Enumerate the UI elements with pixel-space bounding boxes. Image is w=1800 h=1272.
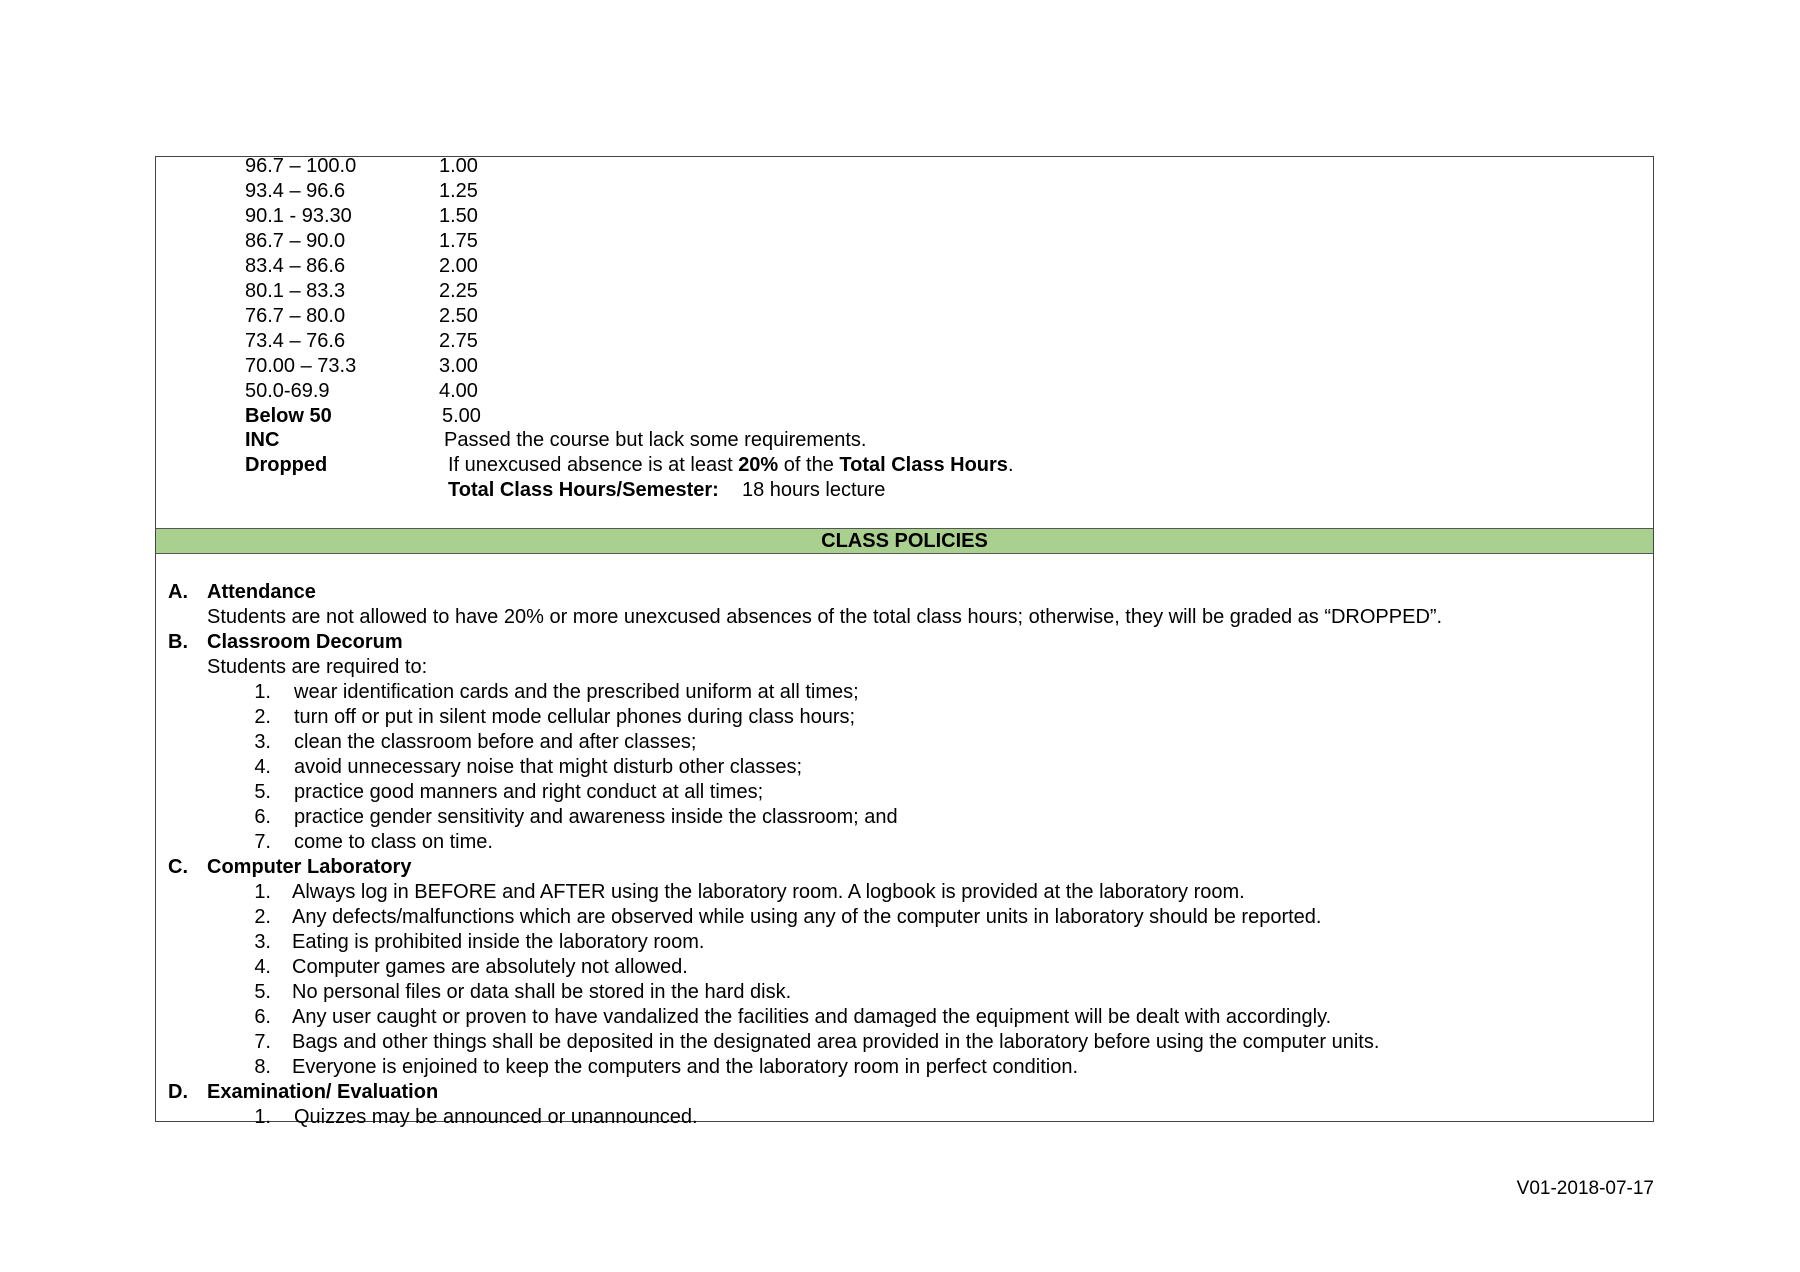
list-text: come to class on time. [294, 831, 493, 853]
dropped-label: Dropped [245, 454, 328, 476]
version-footer: V01-2018-07-17 [1516, 1178, 1654, 1199]
list-text: Everyone is enjoined to keep the compute… [292, 1056, 1079, 1078]
grade-value: 5.00 [442, 405, 481, 427]
grade-range: Below 50 [245, 405, 332, 427]
list-number: 6. [254, 1006, 271, 1028]
list-number: 2. [254, 906, 271, 928]
list-number: 6. [254, 806, 271, 828]
list-text: practice gender sensitivity and awarenes… [294, 806, 898, 828]
grade-range: 96.7 – 100.0 [245, 155, 357, 177]
list-number: 4. [254, 756, 271, 778]
list-number: 7. [254, 831, 271, 853]
list-text: No personal files or data shall be store… [292, 981, 792, 1003]
list-number: 8. [254, 1056, 271, 1078]
list-number: 3. [254, 731, 271, 753]
total-hours-label: Total Class Hours/Semester: [448, 479, 719, 501]
grade-range: 80.1 – 83.3 [245, 280, 346, 302]
decorum-intro: Students are required to: [207, 656, 428, 678]
list-number: 4. [254, 956, 271, 978]
list-text: turn off or put in silent mode cellular … [294, 706, 856, 728]
list-text: Quizzes may be announced or unannounced. [294, 1106, 698, 1128]
list-text: Bags and other things shall be deposited… [292, 1031, 1380, 1053]
grade-value: 3.00 [439, 355, 478, 377]
grade-value: 1.50 [439, 205, 478, 227]
list-text: avoid unnecessary noise that might distu… [294, 756, 803, 778]
grade-value: 4.00 [439, 380, 478, 402]
class-policies-heading: CLASS POLICIES [156, 528, 1653, 554]
list-number: 5. [254, 781, 271, 803]
document-frame: 96.7 – 100.0 1.00 93.4 – 96.6 1.25 90.1 - 93… [155, 155, 1654, 1128]
list-text: Any defects/malfunctions which are obser… [292, 906, 1322, 928]
grade-range: 70.00 – 73.3 [245, 355, 357, 377]
grade-value: 2.75 [439, 330, 478, 352]
grade-value: 1.25 [439, 180, 478, 202]
list-text: Any user caught or proven to have vandal… [292, 1006, 1332, 1028]
grade-range: 86.7 – 90.0 [245, 230, 346, 252]
grade-value: 2.50 [439, 305, 478, 327]
grade-value: 1.75 [439, 230, 478, 252]
list-text: Computer games are absolutely not allowe… [292, 956, 688, 978]
attendance-text: Students are not allowed to have 20% or … [207, 606, 1443, 628]
total-hours-value: 18 hours lecture [742, 479, 886, 501]
grade-value: 2.00 [439, 255, 478, 277]
list-number: 1. [254, 681, 271, 703]
list-text: Eating is prohibited inside the laborato… [292, 931, 705, 953]
inc-label: INC [245, 429, 280, 451]
grade-range: 90.1 - 93.30 [245, 205, 352, 227]
list-text: clean the classroom before and after cla… [294, 731, 697, 753]
list-number: 7. [254, 1031, 271, 1053]
grade-range: 83.4 – 86.6 [245, 255, 346, 277]
list-text: Always log in BEFORE and AFTER using the… [292, 881, 1245, 903]
grade-value: 2.25 [439, 280, 478, 302]
list-number: 3. [254, 931, 271, 953]
grade-value: 1.00 [439, 155, 478, 177]
inc-text: Passed the course but lack some requirem… [444, 429, 867, 451]
grade-range: 76.7 – 80.0 [245, 305, 346, 327]
list-number: 5. [254, 981, 271, 1003]
grade-range: 93.4 – 96.6 [245, 180, 346, 202]
dropped-text: If unexcused absence is at least 20% of … [448, 454, 1014, 476]
list-number: 1. [254, 881, 271, 903]
list-number: 2. [254, 706, 271, 728]
list-text: practice good manners and right conduct … [294, 781, 764, 803]
list-text: wear identification cards and the prescr… [294, 681, 859, 703]
list-number: 1. [254, 1106, 271, 1128]
grade-range: 73.4 – 76.6 [245, 330, 346, 352]
grade-range: 50.0-69.9 [245, 380, 330, 402]
